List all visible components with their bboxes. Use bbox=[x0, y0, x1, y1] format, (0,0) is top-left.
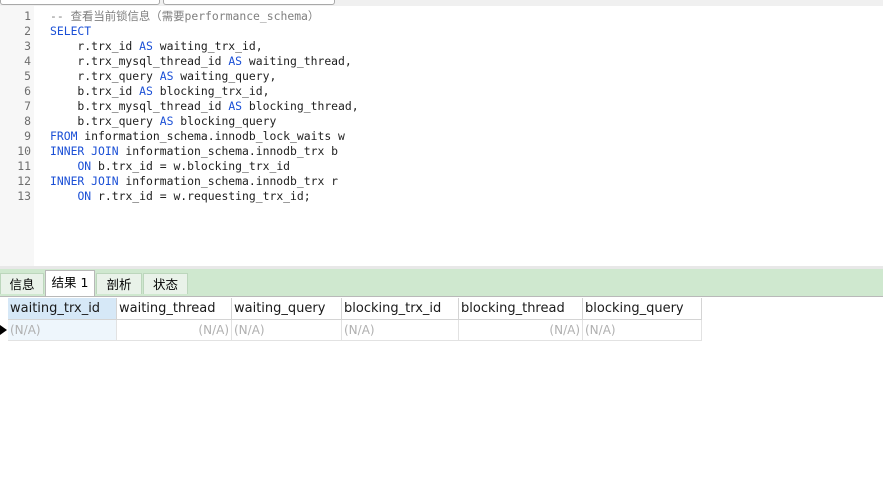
column-header-blocking-query[interactable]: blocking_query bbox=[583, 298, 702, 320]
code-line[interactable]: 10 INNER JOIN information_schema.innodb_t… bbox=[0, 144, 883, 159]
sql-token: information_schema.innodb_trx b bbox=[118, 144, 339, 158]
sql-keyword: INNER JOIN bbox=[50, 174, 119, 188]
sql-token: r.trx_id = w.requesting_trx_id; bbox=[91, 189, 311, 203]
sql-token: b.trx_mysql_thread_id bbox=[50, 99, 229, 113]
column-header-blocking-trx-id[interactable]: blocking_trx_id bbox=[342, 298, 459, 320]
line-number: 4 bbox=[24, 54, 31, 68]
line-number: 11 bbox=[17, 159, 31, 173]
sql-keyword: FROM bbox=[50, 129, 78, 143]
code-line[interactable]: 4 r.trx_mysql_thread_id AS waiting_threa… bbox=[0, 54, 883, 69]
column-header-blocking-thread[interactable]: blocking_thread bbox=[459, 298, 583, 320]
sql-token: blocking_trx_id, bbox=[152, 84, 270, 98]
line-number: 12 bbox=[17, 174, 31, 188]
sql-token: blocking_thread, bbox=[242, 99, 359, 113]
results-divider bbox=[0, 296, 883, 297]
sql-token: b.trx_query bbox=[50, 114, 160, 128]
sql-keyword: ON bbox=[77, 159, 92, 173]
line-number: 9 bbox=[24, 129, 31, 143]
code-text: INNER JOIN information_schema.innodb_trx… bbox=[50, 144, 338, 159]
grid-cell[interactable]: (N/A) bbox=[583, 320, 702, 341]
sql-keyword: AS bbox=[139, 84, 153, 98]
sql-keyword: AS bbox=[159, 69, 174, 83]
sql-keyword: AS bbox=[159, 114, 174, 128]
code-text: -- 查看当前锁信息（需要performance_schema） bbox=[50, 9, 319, 24]
code-text: ON b.trx_id = w.blocking_trx_id bbox=[50, 159, 290, 174]
code-line[interactable]: 2 SELECT bbox=[0, 24, 883, 39]
result-tab-bar: 信息 结果 1 剖析 状态 bbox=[0, 269, 883, 296]
code-text: INNER JOIN information_schema.innodb_trx… bbox=[50, 174, 338, 189]
code-line[interactable]: 3 r.trx_id AS waiting_trx_id, bbox=[0, 39, 883, 54]
grid-cell[interactable]: (N/A) bbox=[8, 320, 117, 341]
code-text: b.trx_id AS blocking_trx_id, bbox=[50, 84, 269, 99]
sql-token: waiting_query, bbox=[173, 69, 277, 83]
line-number: 1 bbox=[24, 9, 31, 23]
code-line[interactable]: 5 r.trx_query AS waiting_query, bbox=[0, 69, 883, 84]
code-line[interactable]: 11 ON b.trx_id = w.blocking_trx_id bbox=[0, 159, 883, 174]
sql-token: r.trx_id bbox=[50, 39, 140, 53]
code-text: r.trx_mysql_thread_id AS waiting_thread, bbox=[50, 54, 352, 69]
code-text: ON r.trx_id = w.requesting_trx_id; bbox=[50, 189, 311, 204]
column-header-waiting-thread[interactable]: waiting_thread bbox=[117, 298, 232, 320]
current-row-indicator-icon bbox=[0, 325, 7, 335]
sql-token: b.trx_id = w.blocking_trx_id bbox=[91, 159, 291, 173]
line-number: 2 bbox=[24, 24, 31, 38]
grid-cell[interactable]: (N/A) bbox=[117, 320, 232, 341]
tab-info[interactable]: 信息 bbox=[0, 273, 44, 294]
sql-keyword: AS bbox=[228, 99, 243, 113]
line-number: 8 bbox=[24, 114, 31, 128]
sql-keyword: AS bbox=[228, 54, 243, 68]
code-line[interactable]: 13 ON r.trx_id = w.requesting_trx_id; bbox=[0, 189, 883, 204]
sql-keyword: INNER JOIN bbox=[50, 144, 119, 158]
code-text: r.trx_query AS waiting_query, bbox=[50, 69, 276, 84]
sql-token: information_schema.innodb_trx r bbox=[118, 174, 339, 188]
code-line[interactable]: 7 b.trx_mysql_thread_id AS blocking_thre… bbox=[0, 99, 883, 114]
tab-result-1[interactable]: 结果 1 bbox=[45, 270, 95, 296]
editor-tab-stub[interactable] bbox=[0, 0, 160, 5]
sql-keyword: ON bbox=[77, 189, 92, 203]
tab-status[interactable]: 状态 bbox=[143, 273, 188, 294]
line-number: 5 bbox=[24, 69, 31, 83]
sql-editor[interactable]: 1 -- 查看当前锁信息（需要performance_schema） 2 SELECT… bbox=[0, 6, 883, 266]
editor-tab-stub[interactable] bbox=[163, 0, 335, 5]
code-line[interactable]: 1 -- 查看当前锁信息（需要performance_schema） bbox=[0, 9, 883, 24]
column-header-waiting-trx-id[interactable]: waiting_trx_id bbox=[8, 298, 117, 320]
sql-comment: -- 查看当前锁信息（需要performance_schema） bbox=[50, 9, 320, 23]
sql-token: r.trx_mysql_thread_id bbox=[50, 54, 229, 68]
line-number: 7 bbox=[24, 99, 31, 113]
code-text: b.trx_mysql_thread_id AS blocking_thread… bbox=[50, 99, 359, 114]
sql-token: blocking_query bbox=[173, 114, 277, 128]
line-number: 13 bbox=[17, 189, 31, 203]
grid-cell[interactable]: (N/A) bbox=[342, 320, 459, 341]
code-text: b.trx_query AS blocking_query bbox=[50, 114, 276, 129]
code-line[interactable]: 8 b.trx_query AS blocking_query bbox=[0, 114, 883, 129]
sql-keyword: SELECT bbox=[50, 24, 92, 38]
sql-token: waiting_thread, bbox=[242, 54, 352, 68]
sql-token: waiting_trx_id, bbox=[152, 39, 263, 53]
code-line[interactable]: 6 b.trx_id AS blocking_trx_id, bbox=[0, 84, 883, 99]
line-number: 10 bbox=[17, 144, 31, 158]
sql-token: r.trx_query bbox=[50, 69, 160, 83]
grid-cell[interactable]: (N/A) bbox=[232, 320, 342, 341]
code-line[interactable]: 12 INNER JOIN information_schema.innodb_t… bbox=[0, 174, 883, 189]
code-line[interactable]: 9 FROM information_schema.innodb_lock_wai… bbox=[0, 129, 883, 144]
code-text: SELECT bbox=[50, 24, 91, 39]
line-number: 6 bbox=[24, 84, 31, 98]
sql-token: b.trx_id bbox=[50, 84, 140, 98]
grid-cell[interactable]: (N/A) bbox=[459, 320, 583, 341]
code-text: r.trx_id AS waiting_trx_id, bbox=[50, 39, 263, 54]
sql-token: information_schema.innodb_lock_waits w bbox=[77, 129, 345, 143]
sql-keyword: AS bbox=[139, 39, 153, 53]
code-text: FROM information_schema.innodb_lock_wait… bbox=[50, 129, 345, 144]
column-header-waiting-query[interactable]: waiting_query bbox=[232, 298, 342, 320]
tab-profile[interactable]: 剖析 bbox=[96, 273, 142, 294]
line-number: 3 bbox=[24, 39, 31, 53]
